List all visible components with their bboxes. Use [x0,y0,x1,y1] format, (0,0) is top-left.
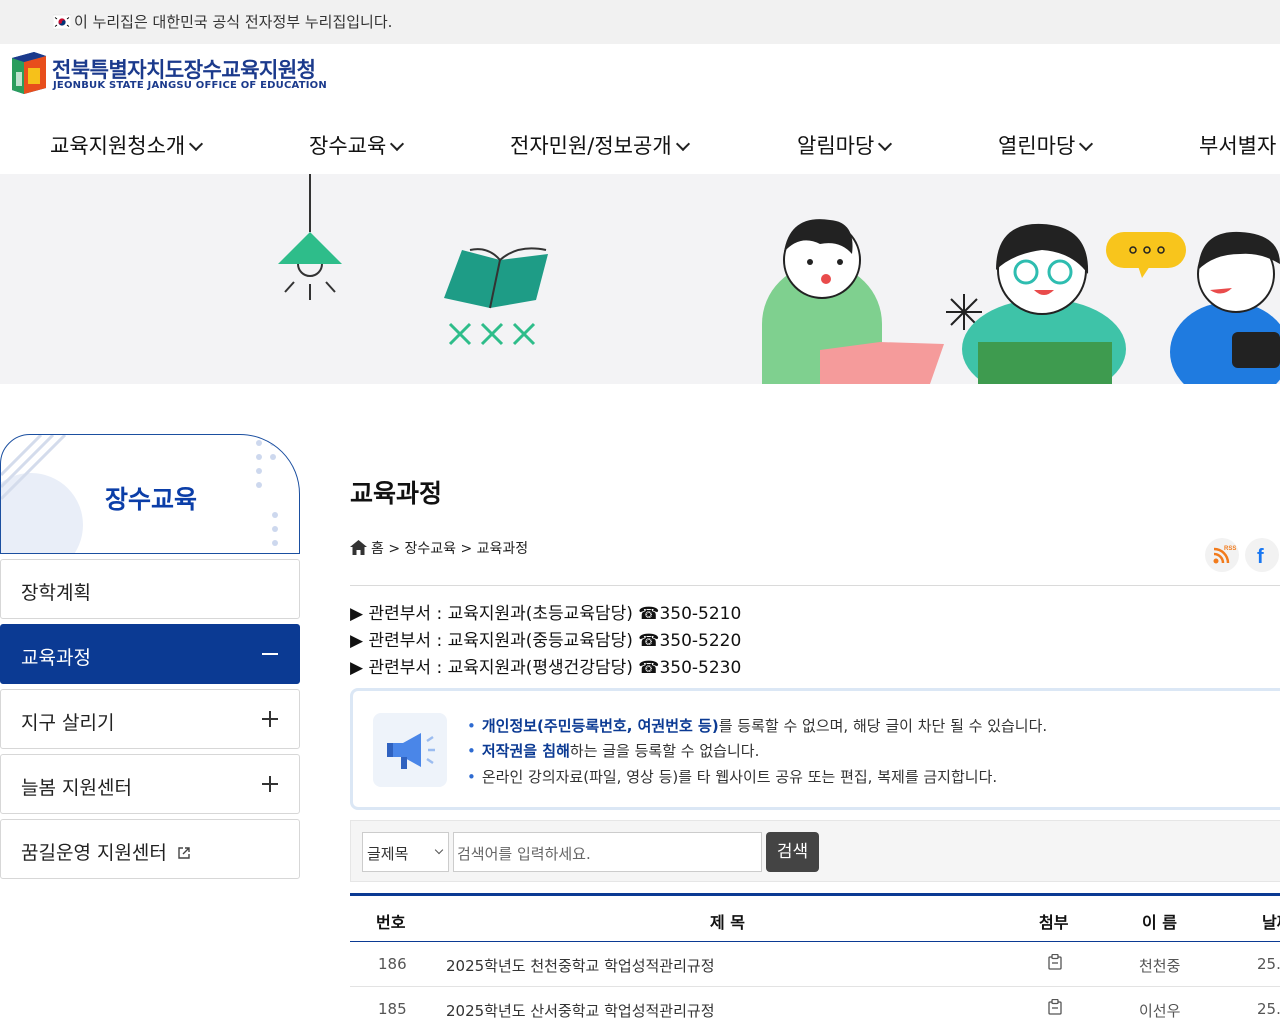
svg-text:f: f [1257,546,1264,568]
row-date: 25.0 [1257,955,1280,973]
svg-text:RSS: RSS [1224,546,1236,552]
search-field-select[interactable]: 글제목 [362,832,449,872]
row-author: 이선우 [1139,1002,1181,1020]
gov-banner: 이 누리집은 대한민국 공식 전자정부 누리집입니다. [0,0,1280,44]
chevron-down-icon [390,136,405,152]
row-date: 25.0 [1257,1000,1280,1018]
nav-notice[interactable]: 알림마당 [797,130,893,160]
chevron-down-icon [189,136,204,152]
chevron-down-icon [878,136,893,152]
nav-departments[interactable]: 부서별자 [1199,130,1276,160]
nav-civil-service[interactable]: 전자민원/정보공개 [510,130,690,160]
notice-line: • 개인정보(주민등록번호, 여권번호 등)를 등록할 수 없으며, 해당 글이 … [467,717,1048,735]
row-number: 185 [378,1000,407,1018]
hero-banner [0,174,1280,384]
col-title: 제 목 [710,913,746,932]
attachment-icon[interactable] [1048,999,1062,1015]
gov-banner-text[interactable]: 이 누리집은 대한민국 공식 전자정부 누리집입니다. [74,12,392,32]
site-logo[interactable]: 전북특별자치도장수교육지원청 JEONBUK STATE JANGSU OFFI… [8,52,328,100]
sidebar-item-save-earth[interactable]: 지구 살리기 [0,689,300,749]
notice-line: • 저작권을 침해하는 글을 등록할 수 없습니다. [467,742,760,760]
col-date: 날짜 [1262,913,1280,932]
notice-box: • 개인정보(주민등록번호, 여권번호 등)를 등록할 수 없으며, 해당 글이 … [350,688,1280,810]
hero-illustration [278,174,1280,384]
nav-intro[interactable]: 교육지원청소개 [50,130,204,160]
facebook-icon: f [1257,546,1264,568]
korea-flag-icon [53,14,71,30]
col-attachment: 첨부 [1039,913,1069,932]
table-row: 186 2025학년도 천천중학교 학업성적관리규정 천천중 25.0 [350,942,1280,987]
logo-english: JEONBUK STATE JANGSU OFFICE OF EDUCATION [53,80,327,91]
expand-icon [261,710,279,728]
dept-line: ▶ 관련부서 : 교육지원과(평생건강담당) ☎350-5230 [350,658,742,678]
sidebar-item-scholarship-plan[interactable]: 장학계획 [0,559,300,619]
sidebar-title-text: 장수교육 [104,485,197,514]
chevron-down-icon [434,845,444,855]
rss-icon: RSS [1213,546,1236,564]
external-link-icon [178,847,190,859]
sidebar-title: 장수교육 [0,434,300,554]
facebook-button[interactable]: f [1245,538,1279,572]
nav-jangsu-education[interactable]: 장수교육 [309,130,405,160]
search-bar: 글제목 검색어를 입력하세요. 검색 [350,820,1280,882]
row-author: 천천중 [1139,957,1181,975]
megaphone-icon [373,713,447,787]
table-row: 185 2025학년도 산서중학교 학업성적관리규정 이선우 25.0 [350,987,1280,1024]
expand-icon [261,775,279,793]
sidebar-item-curriculum[interactable]: 교육과정 [0,624,300,684]
home-icon[interactable] [350,540,367,555]
row-title-link[interactable]: 2025학년도 산서중학교 학업성적관리규정 [446,1000,715,1021]
search-button[interactable]: 검색 [766,832,819,872]
divider [350,585,1280,586]
dept-line: ▶ 관련부서 : 교육지원과(중등교육담당) ☎350-5220 [350,631,742,651]
nav-open-forum[interactable]: 열린마당 [998,130,1094,160]
attachment-icon[interactable] [1048,954,1062,970]
rss-button[interactable]: RSS [1205,538,1239,572]
notice-line: • 온라인 강의자료(파일, 영상 등)를 타 웹사이트 공유 또는 편집, 복제… [467,768,998,786]
dept-line: ▶ 관련부서 : 교육지원과(초등교육담당) ☎350-5210 [350,604,742,624]
breadcrumb: 홈 > 장수교육 > 교육과정 [350,538,528,558]
table-header: 번호 제 목 첨부 이 름 날짜 [350,893,1280,942]
search-input[interactable]: 검색어를 입력하세요. [453,832,762,872]
main-navigation: 교육지원청소개 장수교육 전자민원/정보공개 알림마당 열린마당 부서별자 [0,118,1280,174]
row-number: 186 [378,955,407,973]
logo-emblem-icon [12,52,46,94]
chevron-down-icon [675,136,690,152]
collapse-icon [261,645,279,663]
col-number: 번호 [376,913,406,932]
chevron-down-icon [1079,136,1094,152]
col-name: 이 름 [1142,913,1178,932]
page-title: 교육과정 [350,479,443,508]
row-title-link[interactable]: 2025학년도 천천중학교 학업성적관리규정 [446,955,715,976]
sidebar-item-dream-path-center[interactable]: 꿈길운영 지원센터 [0,819,300,879]
sidebar-item-neulbom-center[interactable]: 늘봄 지원센터 [0,754,300,814]
